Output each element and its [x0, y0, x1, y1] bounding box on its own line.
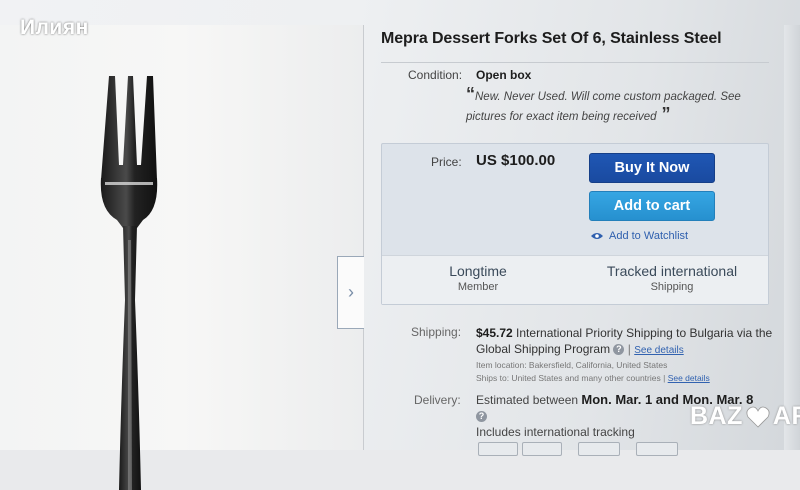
condition-value: Open box — [476, 68, 532, 82]
badge-title: Longtime — [449, 263, 507, 279]
delivery-estimate-prefix: Estimated between — [476, 393, 579, 407]
bazar-logo: BAZ AR — [690, 402, 800, 431]
quantity-box[interactable] — [636, 442, 678, 456]
longtime-member-badge: Longtime Member — [430, 263, 526, 293]
shipping-cost: $45.72 — [476, 326, 513, 340]
shipping-service: International Priority Shipping to Bulga… — [516, 326, 734, 340]
quantity-box[interactable] — [478, 442, 518, 456]
close-quote-icon: ” — [656, 104, 671, 124]
info-icon[interactable]: ? — [476, 411, 487, 423]
shipping-see-details-link[interactable]: See details — [634, 345, 683, 356]
price-value: US $100.00 — [476, 152, 556, 169]
logo-text-end: AR — [772, 402, 800, 430]
listing-title: Mepra Dessert Forks Set Of 6, Stainless … — [381, 30, 722, 47]
condition-note-text: New. Never Used. Will come custom packag… — [466, 91, 741, 123]
condition-note: “New. Never Used. Will come custom packa… — [466, 84, 766, 126]
add-to-watchlist-link[interactable]: Add to Watchlist — [591, 230, 688, 242]
fork-image — [100, 76, 158, 490]
ships-to: Ships to: United States and many other c… — [476, 373, 666, 383]
heart-icon — [746, 406, 770, 428]
watchlist-label: Add to Watchlist — [609, 230, 689, 242]
tracked-shipping-badge: Tracked international Shipping — [596, 263, 748, 293]
delivery-label: Delivery: — [414, 393, 461, 407]
right-panel-edge — [784, 25, 800, 450]
badge-subtitle: Member — [457, 281, 499, 293]
info-icon[interactable]: ? — [613, 344, 625, 356]
condition-label: Condition: — [408, 68, 463, 82]
ships-to-line: Ships to: United States and many other c… — [476, 372, 776, 385]
quantity-box[interactable] — [578, 442, 620, 456]
price-label: Price: — [431, 155, 462, 169]
image-viewer[interactable]: › — [0, 25, 364, 490]
open-quote-icon: “ — [466, 84, 475, 104]
buy-it-now-button[interactable]: Buy It Now — [589, 153, 715, 183]
next-image-button[interactable]: › — [337, 256, 364, 329]
badge-title: Tracked international — [606, 263, 738, 279]
logo-text: BAZ — [690, 402, 743, 430]
badge-subtitle: Shipping — [650, 281, 694, 293]
add-to-cart-button[interactable]: Add to cart — [589, 191, 715, 221]
eye-icon — [591, 233, 603, 239]
shipping-label: Shipping: — [411, 325, 462, 339]
chevron-right-icon: › — [348, 282, 354, 302]
ships-to-see-details-link[interactable]: See details — [668, 373, 710, 383]
title-divider — [381, 62, 769, 63]
item-location: Item location: Bakersfield, California, … — [476, 360, 668, 370]
shipping-details: $45.72 International Priority Shipping t… — [476, 325, 776, 385]
delivery-tracking: Includes international tracking — [476, 425, 635, 439]
watermark-name: Илиян — [20, 16, 89, 39]
quantity-box[interactable] — [522, 442, 562, 456]
